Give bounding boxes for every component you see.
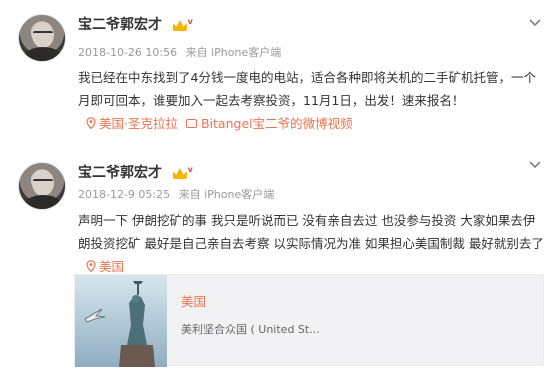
avatar-body [23, 47, 63, 61]
post-source: 来自 iPhone客户端 [178, 188, 275, 201]
card-subtitle: 美利坚合众国 ( United St... [181, 323, 320, 336]
avatar[interactable] [18, 14, 66, 62]
statue-of-liberty-thumbnail [75, 275, 167, 367]
location-label: 美国·圣克拉拉 [99, 116, 178, 131]
card-title[interactable]: 美国 [181, 291, 206, 310]
author-name[interactable]: 宝二爷郭宏才 [78, 165, 162, 181]
weibo-post: 宝二爷郭宏才 v 2018-12-9 05:25 来自 iPhone客户端 声明… [0, 148, 560, 372]
vip-crown-icon[interactable]: v [172, 165, 193, 180]
location-card[interactable]: 美国 美利坚合众国 ( United St... [74, 274, 544, 367]
post-text: 我已经在中东找到了4分钱一度电的电站，适合各种即将关机的二手矿机托管，一个月即可… [78, 66, 546, 135]
location-pin-icon [86, 260, 96, 272]
avatar-glasses [33, 31, 53, 37]
post-body: 我已经在中东找到了4分钱一度电的电站，适合各种即将关机的二手矿机托管，一个月即可… [78, 70, 536, 108]
weibo-post: 宝二爷郭宏才 v 2018-10-26 10:56 来自 iPhone客户端 我… [0, 0, 560, 140]
location-link[interactable]: 美国·圣克拉拉 [78, 116, 178, 131]
post-source: 来自 iPhone客户端 [185, 46, 282, 59]
location-label: 美国 [99, 259, 125, 274]
post-body: 声明一下 伊朗挖矿的事 我只是听说而已 没有亲自去过 也没参与投资 大家如果去伊… [78, 213, 544, 251]
vip-crown-icon[interactable]: v [172, 17, 193, 32]
post-meta: 2018-10-26 10:56 来自 iPhone客户端 [78, 44, 281, 60]
location-pin-icon [86, 117, 96, 129]
author-name[interactable]: 宝二爷郭宏才 [78, 17, 162, 33]
post-text: 声明一下 伊朗挖矿的事 我只是听说而已 没有亲自去过 也没参与投资 大家如果去伊… [78, 209, 546, 278]
post-date[interactable]: 2018-10-26 10:56 [78, 46, 177, 59]
location-link[interactable]: 美国 [78, 259, 124, 274]
author-name-row: 宝二爷郭宏才 v [78, 14, 193, 34]
avatar[interactable] [18, 162, 66, 210]
chevron-down-icon[interactable] [528, 156, 542, 170]
avatar-glasses [33, 179, 53, 185]
video-link-label: Bitangel宝二爷的微博视频 [200, 116, 353, 131]
post-meta: 2018-12-9 05:25 来自 iPhone客户端 [78, 186, 274, 202]
avatar-body [23, 195, 63, 209]
post-date[interactable]: 2018-12-9 05:25 [78, 188, 170, 201]
video-icon [185, 119, 197, 128]
chevron-down-icon[interactable] [528, 14, 542, 28]
author-name-row: 宝二爷郭宏才 v [78, 162, 193, 182]
video-link[interactable]: Bitangel宝二爷的微博视频 [178, 116, 353, 131]
